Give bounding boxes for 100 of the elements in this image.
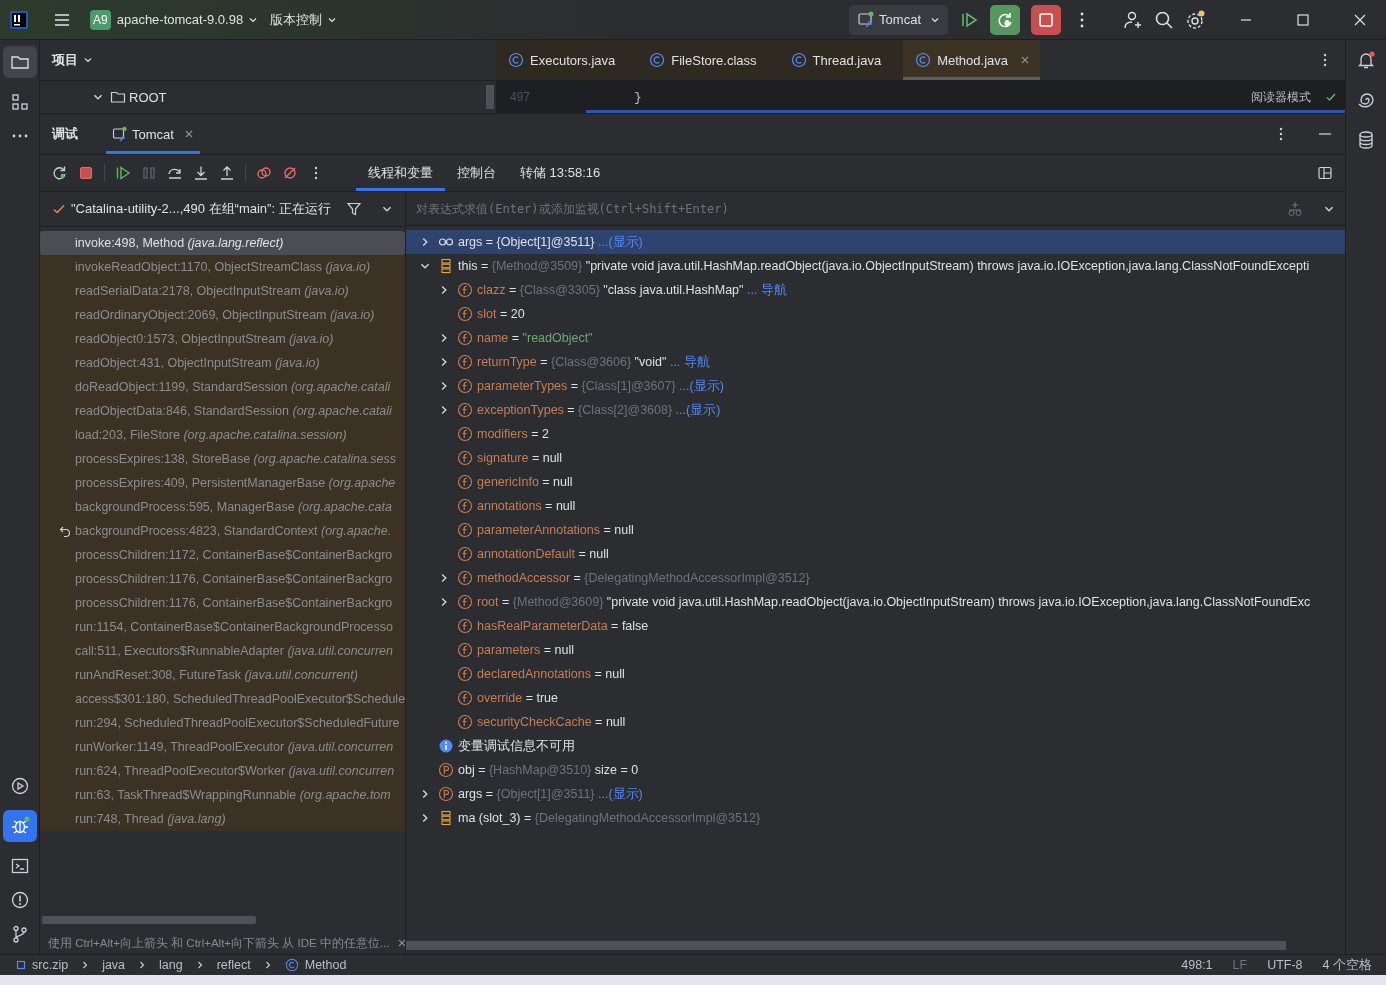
variable-row[interactable]: slot = 20	[406, 302, 1345, 326]
cursor-position[interactable]: 498:1	[1181, 958, 1213, 972]
variable-row[interactable]: hasRealParameterData = false	[406, 614, 1345, 638]
debug-tool-button[interactable]	[2, 810, 37, 842]
stack-frame[interactable]: run:1154, ContainerBase$ContainerBackgroundProcesso	[40, 615, 405, 639]
close-hint-icon[interactable]	[397, 938, 408, 948]
vcs-dropdown[interactable]: 版本控制	[270, 10, 338, 29]
layout-icon[interactable]	[1317, 165, 1333, 181]
stack-frame[interactable]: run:624, ThreadPoolExecutor$Worker (java.util.concurren	[40, 759, 405, 783]
add-watch-icon[interactable]	[1287, 200, 1303, 217]
tree-item-label[interactable]: ROOT	[129, 89, 167, 105]
stack-frame[interactable]: invoke:498, Method (java.lang.reflect)	[40, 231, 405, 255]
stack-frame[interactable]: doReadObject:1199, StandardSession (org.apache.catali	[40, 375, 405, 399]
run-config-dropdown[interactable]: Tomcat	[849, 4, 948, 35]
project-tool-button[interactable]	[2, 46, 37, 78]
variable-row[interactable]: genericInfo = null	[406, 470, 1345, 494]
close-tab-icon[interactable]	[183, 129, 194, 139]
stack-frame[interactable]: readObjectData:846, StandardSession (org.apache.catali	[40, 399, 405, 423]
link[interactable]: ...(显示)	[598, 786, 643, 801]
session-tab[interactable]: Tomcat	[106, 114, 200, 154]
variable-row[interactable]: parameterAnnotations = null	[406, 518, 1345, 542]
expression-field[interactable]: 对表达式求值(Enter)或添加监视(Ctrl+Shift+Enter)	[416, 194, 1287, 223]
variable-row[interactable]: parameters = null	[406, 638, 1345, 662]
stack-frame[interactable]: processChildren:1176, ContainerBase$ContainerBackgro	[40, 567, 405, 591]
stack-frame[interactable]: processExpires:409, PersistentManagerBase (org.apache	[40, 471, 405, 495]
breadcrumb[interactable]: src.zip	[32, 958, 69, 972]
breadcrumb[interactable]: lang	[159, 958, 183, 972]
variable-row[interactable]: modifiers = 2	[406, 422, 1345, 446]
variable-row[interactable]: this = {Method@3509} "private void java.util.HashMap.readObject(java.io.ObjectInputStream) throws java.io.IOException,java.lang.ClassNotFoundExcepti	[406, 254, 1345, 278]
variable-row[interactable]: args = {Object[1]@3511} ...(显示)	[406, 782, 1345, 806]
stack-frame[interactable]: access$301:180, ScheduledThreadPoolExecutor$Schedule	[40, 687, 405, 711]
stack-frame[interactable]: invokeReadObject:1170, ObjectStreamClass (java.io)	[40, 255, 405, 279]
filter-icon[interactable]	[346, 201, 362, 217]
mute-breakpoints-icon[interactable]	[282, 165, 298, 181]
problems-icon[interactable]	[9, 890, 30, 910]
variable-row[interactable]: 变量调试信息不可用	[406, 734, 1345, 758]
rerun-icon[interactable]	[52, 165, 68, 181]
close-tab-icon[interactable]	[1020, 55, 1030, 65]
variable-row[interactable]: override = true	[406, 686, 1345, 710]
stack-frame[interactable]: call:511, Executors$RunnableAdapter (java.util.concurren	[40, 639, 405, 663]
breadcrumb[interactable]: Method	[304, 958, 347, 972]
editor-tab[interactable]: Thread.java	[778, 40, 904, 80]
debug-button[interactable]	[990, 4, 1020, 35]
variable-row[interactable]: parameterTypes = {Class[1]@3607} ...(显示)	[406, 374, 1345, 398]
project-dropdown[interactable]: apache-tomcat-9.0.98	[116, 12, 259, 27]
add-user-icon[interactable]	[1123, 9, 1143, 30]
link[interactable]: ...(显示)	[679, 378, 724, 393]
editor-tab[interactable]: FileStore.class	[637, 40, 779, 80]
notifications-icon[interactable]	[1356, 50, 1376, 70]
stack-frame[interactable]: runAndReset:308, FutureTask (java.util.concurrent)	[40, 663, 405, 687]
reader-mode-link[interactable]: 阅读器模式	[1251, 88, 1311, 106]
variable-row[interactable]: name = "readObject"	[406, 326, 1345, 350]
encoding[interactable]: UTF-8	[1267, 958, 1303, 972]
breadcrumb[interactable]: java	[102, 958, 126, 972]
link[interactable]: ... 导航	[747, 282, 787, 297]
variable-row[interactable]: returnType = {Class@3606} "void" ... 导航	[406, 350, 1345, 374]
variable-row[interactable]: args = {Object[1]@3511} ...(显示)	[406, 230, 1345, 254]
view-tab[interactable]: 线程和变量	[356, 155, 445, 191]
terminal-icon[interactable]	[9, 856, 30, 876]
variable-row[interactable]: declaredAnnotations = null	[406, 662, 1345, 686]
stack-frame[interactable]: processChildren:1176, ContainerBase$ContainerBackgro	[40, 591, 405, 615]
scrollbar-thumb[interactable]	[42, 916, 256, 924]
scrollbar-thumb[interactable]	[486, 85, 494, 109]
search-icon[interactable]	[1154, 9, 1174, 30]
services-icon[interactable]	[9, 776, 30, 796]
stack-frame[interactable]: run:294, ScheduledThreadPoolExecutor$ScheduledFuture	[40, 711, 405, 735]
variable-row[interactable]: methodAccessor = {DelegatingMethodAccessorImpl@3512}	[406, 566, 1345, 590]
stop-icon[interactable]	[78, 165, 94, 181]
view-tab[interactable]: 转储 13:58:16	[508, 155, 613, 191]
stack-frame[interactable]: readSerialData:2178, ObjectInputStream (java.io)	[40, 279, 405, 303]
scrollbar-thumb[interactable]	[406, 941, 1286, 950]
variable-row[interactable]: clazz = {Class@3305} "class java.util.HashMap" ... 导航	[406, 278, 1345, 302]
app-logo-icon[interactable]	[10, 10, 28, 29]
stack-frame[interactable]: processExpires:138, StoreBase (org.apache.catalina.sess	[40, 447, 405, 471]
structure-icon[interactable]	[9, 92, 30, 112]
breakpoints-icon[interactable]	[256, 165, 272, 181]
indent-setting[interactable]: 4 个空格	[1322, 956, 1372, 974]
step-out-icon[interactable]	[219, 165, 235, 181]
stack-frame[interactable]: backgroundProcess:595, ManagerBase (org.apache.cata	[40, 495, 405, 519]
spiral-icon[interactable]	[1356, 90, 1376, 110]
variable-row[interactable]: securityCheckCache = null	[406, 710, 1345, 734]
variable-row[interactable]: exceptionTypes = {Class[2]@3608} ...(显示)	[406, 398, 1345, 422]
stack-frame[interactable]: readOrdinaryObject:2069, ObjectInputStream (java.io)	[40, 303, 405, 327]
variable-row[interactable]: root = {Method@3609} "private void java.util.HashMap.readObject(java.io.ObjectInputStream) throws java.io.IOException,java.lang.ClassNotFoundExc	[406, 590, 1345, 614]
variable-row[interactable]: annotationDefault = null	[406, 542, 1345, 566]
variable-row[interactable]: signature = null	[406, 446, 1345, 470]
stack-frame[interactable]: load:203, FileStore (org.apache.catalina.session)	[40, 423, 405, 447]
resume-icon[interactable]	[115, 165, 131, 181]
breadcrumb[interactable]: reflect	[216, 958, 251, 972]
stack-frame[interactable]: backgroundProcess:4823, StandardContext (org.apache.	[40, 519, 405, 543]
link[interactable]: ...(显示)	[675, 402, 721, 417]
link[interactable]: ... 导航	[669, 354, 710, 369]
step-into-icon[interactable]	[193, 165, 209, 181]
stack-frame[interactable]: readObject:431, ObjectInputStream (java.io)	[40, 351, 405, 375]
editor-tab[interactable]: Executors.java	[496, 40, 638, 80]
stop-button[interactable]	[1031, 4, 1061, 35]
stack-frame[interactable]: run:748, Thread (java.lang)	[40, 807, 405, 831]
variable-row[interactable]: obj = {HashMap@3510} size = 0	[406, 758, 1345, 782]
variable-row[interactable]: annotations = null	[406, 494, 1345, 518]
editor-tab[interactable]: Method.java	[903, 40, 1040, 80]
